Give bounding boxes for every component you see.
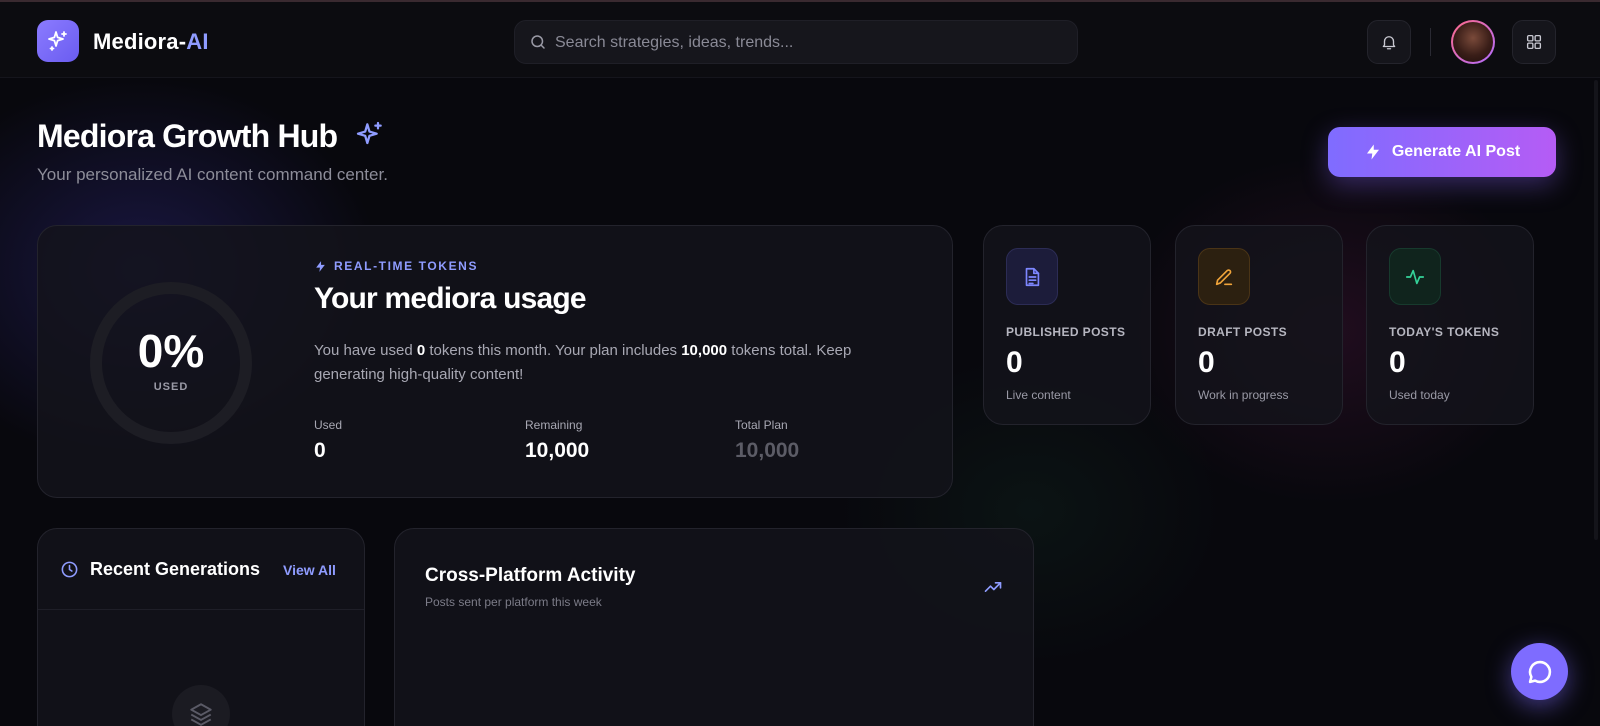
document-icon	[1025, 267, 1040, 286]
brand-main: Mediora-	[93, 29, 187, 54]
chat-button[interactable]	[1511, 643, 1568, 700]
search-input[interactable]	[555, 29, 1055, 57]
desc-total: 10,000	[681, 342, 728, 359]
realtime-tokens-label: REAL-TIME TOKENS	[314, 259, 478, 273]
desc-before: You have used	[314, 342, 417, 359]
activity-title: Cross-Platform Activity	[425, 565, 636, 586]
grid-icon	[1526, 34, 1542, 50]
stat-used-label: Used	[314, 418, 343, 432]
chat-bubble-icon	[1528, 660, 1551, 683]
layers-icon	[190, 703, 212, 726]
clock-icon	[61, 561, 78, 578]
brand-accent: AI	[186, 29, 209, 54]
brand-name: Mediora-AI	[93, 29, 209, 55]
token-usage-card: 0% USED REAL-TIME TOKENS Your mediora us…	[37, 225, 953, 498]
trending-up-icon	[984, 582, 1002, 592]
published-posts-card[interactable]: PUBLISHED POSTS 0 Live content	[983, 225, 1151, 425]
recent-generations-title: Recent Generations	[90, 559, 261, 579]
stat-remaining-label: Remaining	[525, 418, 583, 432]
published-sub: Live content	[1006, 388, 1071, 402]
user-avatar[interactable]	[1451, 20, 1495, 64]
scrollbar[interactable]	[1594, 80, 1598, 540]
desc-middle: tokens this month. Your plan includes	[425, 342, 682, 359]
lightning-icon	[1366, 144, 1379, 160]
stat-total-label: Total Plan	[735, 418, 788, 432]
notifications-button[interactable]	[1367, 20, 1411, 64]
generate-ai-post-button[interactable]: Generate AI Post	[1328, 127, 1556, 177]
view-all-link[interactable]: View All	[283, 562, 336, 578]
realtime-tokens-text: REAL-TIME TOKENS	[334, 259, 479, 273]
usage-percent: 0%	[137, 325, 205, 377]
apps-button[interactable]	[1512, 20, 1556, 64]
todays-tokens-card[interactable]: TODAY'S TOKENS 0 Used today	[1366, 225, 1534, 425]
draft-label: DRAFT POSTS	[1198, 325, 1288, 339]
draft-value: 0	[1198, 346, 1215, 379]
page-subtitle: Your personalized AI content command cen…	[37, 165, 388, 184]
draft-icon-box	[1198, 248, 1250, 305]
header-divider	[1430, 28, 1431, 56]
published-value: 0	[1006, 346, 1023, 379]
sparkles-icon	[48, 31, 67, 51]
empty-state	[172, 685, 230, 726]
stat-used-value: 0	[314, 439, 326, 462]
page-title: Mediora Growth Hub	[37, 118, 338, 154]
usage-title: Your mediora usage	[314, 282, 587, 315]
published-icon-box	[1006, 248, 1058, 305]
pencil-icon	[1215, 268, 1233, 285]
search-bar[interactable]	[514, 20, 1078, 64]
tokens-icon-box	[1389, 248, 1441, 305]
activity-subtitle: Posts sent per platform this week	[425, 595, 602, 609]
tokens-label: TODAY'S TOKENS	[1389, 325, 1500, 339]
draft-posts-card[interactable]: DRAFT POSTS 0 Work in progress	[1175, 225, 1343, 425]
activity-icon	[1405, 269, 1425, 284]
lightning-icon	[316, 260, 325, 272]
generate-button-label: Generate AI Post	[1391, 143, 1521, 160]
tokens-value: 0	[1389, 346, 1406, 379]
cross-platform-activity-card: Cross-Platform Activity Posts sent per p…	[394, 528, 1034, 726]
recent-divider	[38, 609, 364, 610]
bell-icon	[1382, 36, 1396, 50]
draft-sub: Work in progress	[1198, 388, 1289, 402]
published-label: PUBLISHED POSTS	[1006, 325, 1126, 339]
tokens-sub: Used today	[1389, 388, 1450, 402]
top-bar: Mediora-AI	[0, 0, 1600, 78]
sparkles-icon	[356, 121, 382, 145]
search-icon	[531, 35, 545, 49]
stat-total-value: 10,000	[735, 439, 800, 462]
desc-used: 0	[416, 342, 426, 359]
stat-remaining-value: 10,000	[525, 439, 590, 462]
recent-generations-card: Recent Generations View All	[37, 528, 365, 726]
usage-description: You have used 0 tokens this month. Your …	[314, 339, 914, 387]
usage-ring-label: USED	[153, 381, 189, 393]
logo[interactable]	[37, 20, 79, 62]
